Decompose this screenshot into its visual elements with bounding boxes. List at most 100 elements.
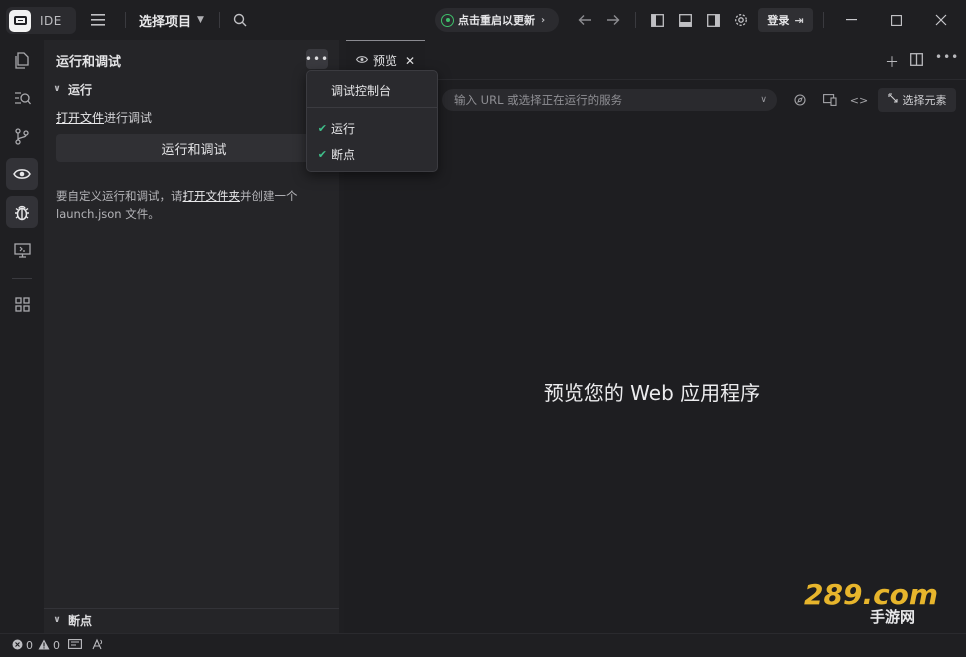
panel-title: 运行和调试 <box>56 55 122 70</box>
run-and-debug-button[interactable]: 运行和调试 <box>56 134 332 162</box>
chevron-down-icon: ▼ <box>197 15 204 25</box>
device-emulation-icon[interactable] <box>822 92 838 108</box>
divider <box>12 278 32 279</box>
login-label: 登录 <box>767 14 790 27</box>
error-count: 0 <box>26 639 33 652</box>
open-file-link[interactable]: 打开文件 <box>56 111 104 125</box>
broadcast-indicator[interactable] <box>91 638 107 653</box>
minimize-icon <box>845 19 857 21</box>
divider <box>125 12 126 28</box>
maximize-icon <box>890 14 902 26</box>
eye-icon <box>355 54 369 67</box>
chevron-down-icon: ∨ <box>53 615 61 625</box>
update-label: 点击重启以更新 <box>458 14 535 27</box>
remote-display-icon[interactable] <box>6 234 38 266</box>
close-icon <box>935 14 947 26</box>
split-editor-icon[interactable] <box>910 53 923 70</box>
ide-window: IDE 选择项目 ▼ 点击重启以更新 › 登录 ⇥ 运行和调试 ••• ∨ 运行… <box>0 0 966 657</box>
chevron-down-icon: ∨ <box>53 84 61 94</box>
warnings-indicator[interactable]: 0 <box>38 639 60 653</box>
source-control-icon[interactable] <box>6 120 38 152</box>
warning-count: 0 <box>53 639 60 652</box>
chevron-down-icon[interactable]: ∨ <box>760 95 767 105</box>
back-arrow-icon[interactable] <box>575 10 595 30</box>
explorer-files-icon[interactable] <box>6 44 38 76</box>
toggle-right-panel-icon[interactable] <box>703 10 723 30</box>
compass-icon[interactable] <box>792 92 808 108</box>
url-input[interactable]: 输入 URL 或选择正在运行的服务 ∨ <box>442 89 777 111</box>
menu-item-debug-console[interactable]: 调试控制台 <box>307 78 437 102</box>
select-element-label: 选择元素 <box>902 94 947 107</box>
cursor-select-icon <box>887 93 899 107</box>
menu-item-breakpoints[interactable]: ✔ 断点 <box>307 142 437 166</box>
divider <box>44 608 339 609</box>
more-tab-actions-icon[interactable]: ••• <box>935 50 959 64</box>
forward-arrow-icon[interactable] <box>603 10 623 30</box>
update-status-icon <box>441 13 454 27</box>
terminal-icon <box>68 639 82 652</box>
run-debug-bug-icon[interactable] <box>6 196 38 228</box>
app-logo[interactable]: IDE <box>6 7 76 34</box>
broadcast-icon <box>91 638 104 653</box>
divider <box>635 12 636 28</box>
error-circle-icon <box>12 639 23 653</box>
title-bar: IDE 选择项目 ▼ 点击重启以更新 › 登录 ⇥ <box>0 0 966 40</box>
launch-json-hint: 要自定义运行和调试，请打开文件夹并创建一个 launch.json 文件。 <box>56 187 326 223</box>
close-window-button[interactable] <box>918 0 964 40</box>
toggle-bottom-panel-icon[interactable] <box>675 10 695 30</box>
errors-indicator[interactable]: 0 <box>12 639 33 653</box>
view-options-menu: 调试控制台 ✔ 运行 ✔ 断点 <box>306 70 438 172</box>
login-button[interactable]: 登录 ⇥ <box>758 8 813 32</box>
gear-icon[interactable] <box>731 10 751 30</box>
app-label: IDE <box>40 13 62 28</box>
logo-icon <box>9 9 31 32</box>
minimize-button[interactable] <box>828 0 874 40</box>
project-label: 选择项目 <box>139 14 192 30</box>
login-icon: ⇥ <box>794 13 804 27</box>
svg-text:手游网: 手游网 <box>870 608 915 626</box>
ellipsis-icon: ••• <box>304 52 330 66</box>
run-section-header[interactable]: ∨ 运行 <box>50 79 92 99</box>
divider <box>307 107 437 108</box>
chevron-right-icon: › <box>541 14 546 26</box>
status-bar: 0 0 <box>0 633 966 657</box>
activity-bar <box>0 40 44 633</box>
checkmark-icon: ✔ <box>317 147 327 161</box>
project-select[interactable]: 选择项目 ▼ <box>139 11 204 30</box>
preview-eye-icon[interactable] <box>6 158 38 190</box>
extensions-grid-icon[interactable] <box>6 288 38 320</box>
terminal-indicator[interactable] <box>68 639 85 652</box>
open-file-line: 打开文件进行调试 <box>56 109 152 126</box>
preview-empty-message: 预览您的 Web 应用程序 <box>543 381 761 405</box>
tab-preview-label: 预览 <box>373 54 398 68</box>
close-tab-icon[interactable]: ✕ <box>405 54 415 68</box>
code-brackets-icon[interactable]: <> <box>850 92 868 108</box>
toggle-left-panel-icon[interactable] <box>647 10 667 30</box>
breakpoints-section-label: 断点 <box>68 613 93 628</box>
hint-prefix: 要自定义运行和调试，请 <box>56 189 183 203</box>
menu-item-label: 断点 <box>331 147 356 162</box>
select-element-button[interactable]: 选择元素 <box>878 88 956 112</box>
run-section-label: 运行 <box>68 82 93 97</box>
divider <box>823 12 824 28</box>
new-tab-icon[interactable]: ＋ <box>885 52 899 72</box>
menu-item-label: 调试控制台 <box>331 83 392 98</box>
hamburger-menu-icon[interactable] <box>88 10 108 30</box>
svg-text:289.com: 289.com <box>804 578 938 611</box>
divider <box>219 12 220 28</box>
checkmark-icon: ✔ <box>317 121 327 135</box>
warning-triangle-icon <box>38 639 50 653</box>
open-file-suffix: 进行调试 <box>104 111 153 125</box>
restart-update-button[interactable]: 点击重启以更新 › <box>435 8 559 32</box>
more-actions-button[interactable]: ••• <box>304 49 330 69</box>
search-icon[interactable] <box>230 10 250 30</box>
breakpoints-section-header[interactable]: ∨ 断点 <box>50 610 92 630</box>
url-placeholder: 输入 URL 或选择正在运行的服务 <box>454 93 623 107</box>
run-debug-panel: 运行和调试 ••• ∨ 运行 打开文件进行调试 运行和调试 要自定义运行和调试，… <box>44 40 339 633</box>
search-panel-icon[interactable] <box>6 82 38 114</box>
maximize-button[interactable] <box>873 0 919 40</box>
watermark-logo: 289.com 手游网 <box>804 578 938 626</box>
menu-item-label: 运行 <box>331 121 356 136</box>
menu-item-run[interactable]: ✔ 运行 <box>307 116 437 140</box>
open-folder-link[interactable]: 打开文件夹 <box>183 189 241 203</box>
